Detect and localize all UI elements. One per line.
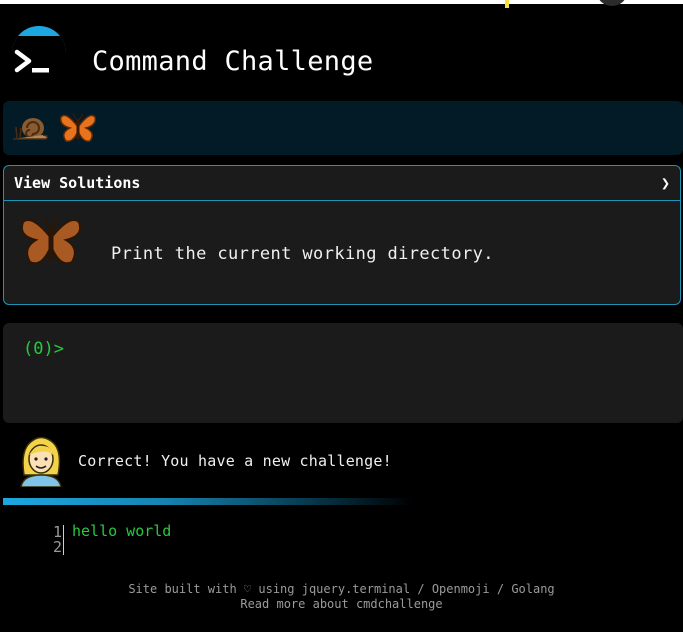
view-solutions-toggle[interactable]: View Solutions ❯	[4, 166, 680, 201]
golang-link[interactable]: Golang	[511, 582, 554, 596]
progress-divider	[3, 498, 413, 505]
butterfly-icon	[20, 217, 82, 265]
line-number-gutter: 1 2	[46, 525, 62, 555]
jquery-terminal-link[interactable]: jquery.terminal	[302, 582, 410, 596]
terminal-prompt[interactable]: (0)>	[23, 339, 64, 359]
assistant-message: Correct! You have a new challenge!	[78, 452, 392, 470]
footer-separator: /	[496, 582, 505, 596]
read-more-link[interactable]: Read more about cmdchallenge	[240, 597, 442, 611]
terminal-logo-icon[interactable]	[14, 48, 54, 78]
header: Command Challenge	[0, 4, 683, 100]
footer-prefix: Site built with ♡ using	[128, 582, 295, 596]
footer-credits: Site built with ♡ using jquery.terminal …	[0, 582, 683, 597]
code-editor[interactable]: 1 2 hello world	[30, 520, 630, 560]
page-title: Command Challenge	[92, 46, 374, 77]
terminal[interactable]: (0)>	[3, 323, 683, 423]
chevron-right-icon: ❯	[660, 174, 670, 192]
snail-icon[interactable]	[11, 111, 51, 145]
badge-strip	[3, 101, 683, 155]
solutions-panel: View Solutions ❯ Print the current worki…	[3, 165, 681, 305]
butterfly-icon[interactable]	[58, 111, 98, 145]
challenge-description: Print the current working directory.	[111, 244, 494, 264]
gutter-separator	[63, 525, 64, 555]
footer: Site built with ♡ using jquery.terminal …	[0, 582, 683, 612]
code-line[interactable]: hello world	[72, 524, 171, 539]
woman-avatar-icon	[20, 436, 62, 487]
line-number: 2	[52, 538, 62, 556]
view-solutions-label: View Solutions	[14, 174, 141, 192]
openmoji-link[interactable]: Openmoji	[432, 582, 490, 596]
footer-separator: /	[417, 582, 425, 596]
